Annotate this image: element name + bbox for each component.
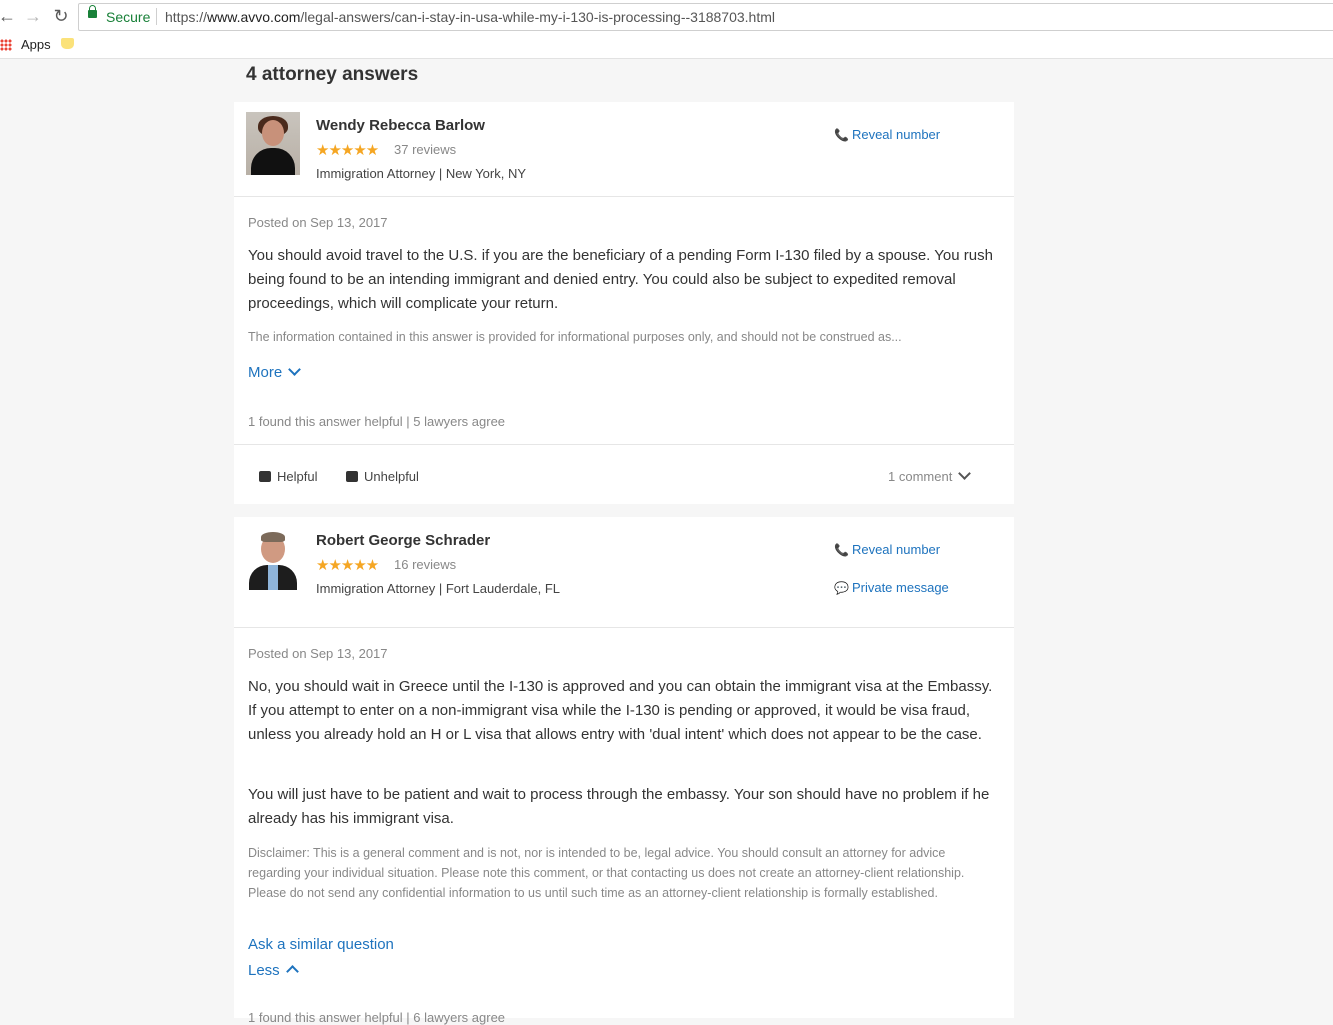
posted-date: Posted on Sep 13, 2017 (248, 215, 388, 230)
phone-icon: 📞 (834, 128, 849, 142)
chevron-down-icon (958, 467, 972, 480)
unhelpful-label: Unhelpful (364, 469, 419, 484)
private-message-button[interactable]: 💬 Private message (834, 580, 949, 595)
ask-similar-question-link[interactable]: Ask a similar question (248, 936, 394, 953)
url-host: www.avvo.com (207, 9, 301, 25)
thumbs-up-icon (259, 471, 271, 482)
attorney-name[interactable]: Wendy Rebecca Barlow (316, 117, 485, 134)
more-label: More (248, 364, 283, 381)
forward-icon[interactable]: → (22, 5, 44, 27)
answer-disclaimer: Disclaimer: This is a general comment an… (248, 846, 965, 900)
answer-body-paragraph: You will just have to be patient and wai… (248, 786, 990, 827)
bookmarks-bar: Apps (0, 32, 1333, 59)
reviews-count[interactable]: 37 reviews (394, 142, 456, 157)
reviews-count[interactable]: 16 reviews (394, 557, 456, 572)
helpful-button[interactable]: Helpful (259, 469, 317, 484)
reveal-number-label: Reveal number (851, 127, 941, 142)
address-bar-row: ← → ↻ Secure https://www.avvo.com/legal-… (0, 0, 1333, 32)
url-path: /legal-answers/can-i-stay-in-usa-while-m… (300, 9, 776, 25)
attorney-meta: Immigration Attorney | New York, NY (316, 166, 527, 181)
comments-label: 1 comment (888, 469, 953, 484)
helpful-summary: 1 found this answer helpful | 5 lawyers … (248, 414, 506, 429)
less-toggle[interactable]: Less (248, 962, 299, 979)
attorney-avatar[interactable] (246, 527, 300, 590)
chat-bubble-icon: 💬 (834, 581, 849, 595)
unhelpful-button[interactable]: Unhelpful (346, 469, 419, 484)
reveal-number-label: Reveal number (851, 542, 941, 557)
more-toggle[interactable]: More (248, 363, 302, 381)
reveal-number-button[interactable]: 📞 Reveal number (834, 127, 940, 142)
answers-count-heading: 4 attorney answers (246, 64, 419, 85)
chevron-down-icon (288, 363, 302, 376)
rating-stars-icon: ★★★★★ (316, 142, 379, 159)
rating-stars-icon: ★★★★★ (316, 557, 379, 574)
secure-label: Secure (106, 9, 151, 25)
browser-chrome: ← → ↻ Secure https://www.avvo.com/legal-… (0, 0, 1333, 59)
lock-icon (88, 5, 97, 18)
omnibox[interactable]: Secure https://www.avvo.com/legal-answer… (78, 3, 1333, 31)
answer-disclaimer: The information contained in this answer… (248, 330, 902, 344)
thumbs-down-icon (346, 471, 358, 482)
answer-card: Wendy Rebecca Barlow ★★★★★ 37 reviews Im… (234, 102, 1014, 504)
back-icon[interactable]: ← (0, 5, 18, 27)
attorney-avatar[interactable] (246, 112, 300, 175)
bookmark-folder-icon[interactable] (61, 38, 74, 49)
less-label: Less (248, 962, 280, 979)
answer-card: Robert George Schrader ★★★★★ 16 reviews … (234, 517, 1014, 1025)
omnibox-divider (156, 8, 157, 25)
posted-date: Posted on Sep 13, 2017 (248, 646, 388, 661)
url-scheme: https:// (165, 9, 208, 25)
url-text[interactable]: https://www.avvo.com/legal-answers/can-i… (165, 9, 775, 25)
bookmark-apps[interactable]: Apps (21, 37, 51, 52)
attorney-meta: Immigration Attorney | Fort Lauderdale, … (316, 581, 560, 596)
attorney-header: Wendy Rebecca Barlow ★★★★★ 37 reviews Im… (234, 102, 1014, 197)
attorney-header: Robert George Schrader ★★★★★ 16 reviews … (234, 517, 1014, 628)
attorney-name[interactable]: Robert George Schrader (316, 532, 490, 549)
apps-grid-icon[interactable] (0, 39, 12, 51)
reload-icon[interactable]: ↻ (50, 5, 72, 27)
reveal-number-button[interactable]: 📞 Reveal number (834, 542, 940, 557)
answer-body: You should avoid travel to the U.S. if y… (248, 247, 993, 312)
answer-body: No, you should wait in Greece until the … (248, 678, 993, 743)
comments-toggle[interactable]: 1 comment (888, 467, 972, 484)
helpful-label: Helpful (277, 469, 318, 484)
private-message-label: Private message (851, 580, 949, 595)
answer-actions: Helpful Unhelpful 1 comment (234, 444, 1014, 505)
phone-icon: 📞 (834, 543, 849, 557)
chevron-up-icon (285, 965, 299, 978)
